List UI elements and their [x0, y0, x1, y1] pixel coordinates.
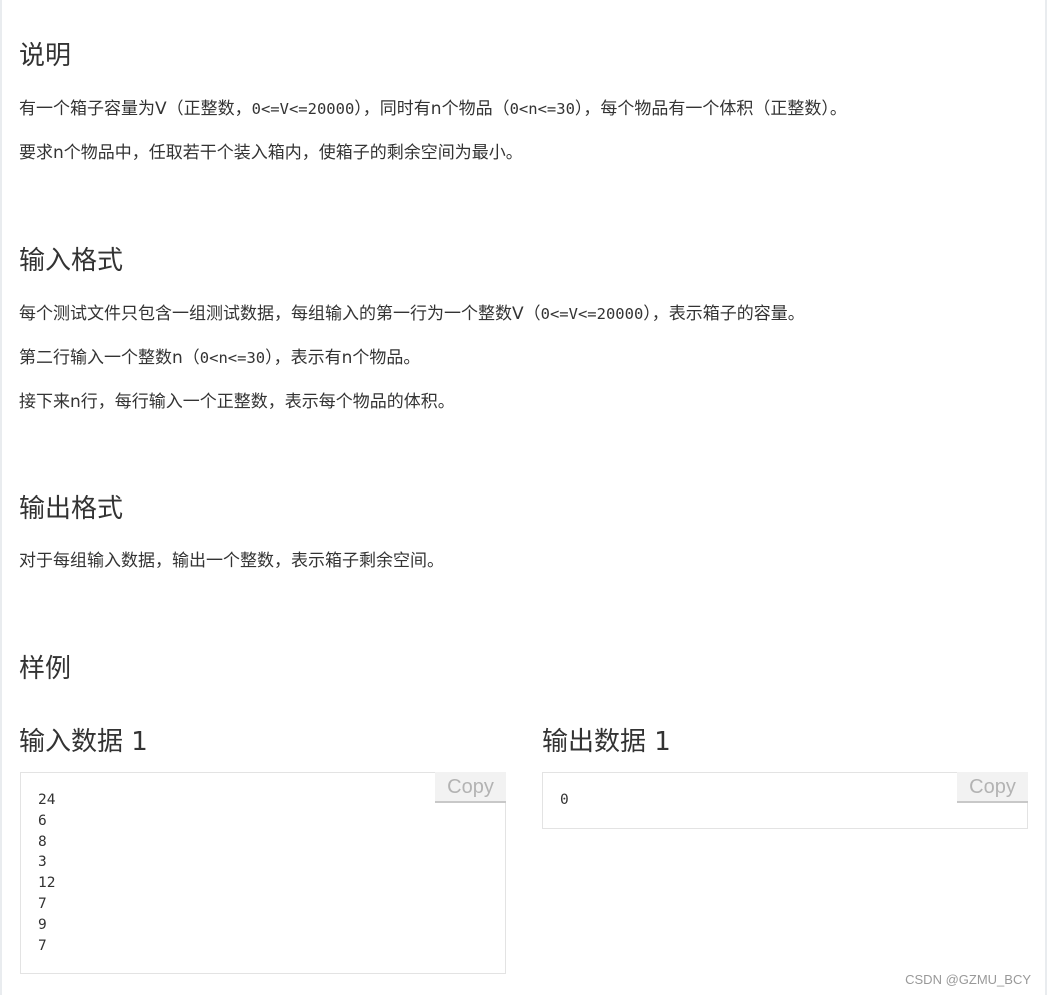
sample-output-text[interactable]: 0: [560, 790, 569, 811]
input-format-title: 输入格式: [19, 246, 124, 276]
input-format-line-2: 第二行输入一个整数n（0<n<=30），表示有n个物品。: [19, 348, 421, 368]
csdn-watermark: CSDN @GZMU_BCY: [905, 972, 1031, 987]
sample-output-box: 0 Copy: [542, 772, 1028, 829]
input-format-line-3: 接下来n行，每行输入一个正整数，表示每个物品的体积。: [19, 392, 455, 412]
copy-input-button[interactable]: Copy: [435, 772, 506, 803]
description-line-1: 有一个箱子容量为V（正整数，0<=V<=20000），同时有n个物品（0<n<=…: [19, 99, 847, 119]
count-range-code: 0<n<=30: [199, 349, 266, 367]
output-format-line-1: 对于每组输入数据，输出一个整数，表示箱子剩余空间。: [19, 551, 444, 571]
copy-output-button[interactable]: Copy: [957, 772, 1028, 803]
volume-range-code: 0<=V<=20000: [251, 100, 355, 118]
samples-title: 样例: [19, 654, 72, 684]
left-border: [0, 0, 2, 995]
sample-input-text[interactable]: 24 6 8 3 12 7 9 7: [38, 790, 55, 956]
count-range-code: 0<n<=30: [509, 100, 575, 118]
volume-range-code: 0<=V<=20000: [540, 305, 644, 323]
description-title: 说明: [19, 41, 72, 71]
input-format-line-1: 每个测试文件只包含一组测试数据，每组输入的第一行为一个整数V（0<=V<=200…: [19, 304, 805, 324]
sample-output-title: 输出数据 1: [542, 727, 671, 757]
output-format-title: 输出格式: [19, 494, 124, 524]
sample-input-title: 输入数据 1: [19, 727, 148, 757]
description-line-2: 要求n个物品中，任取若干个装入箱内，使箱子的剩余空间为最小。: [19, 143, 523, 163]
sample-input-box: 24 6 8 3 12 7 9 7 Copy: [20, 772, 506, 974]
